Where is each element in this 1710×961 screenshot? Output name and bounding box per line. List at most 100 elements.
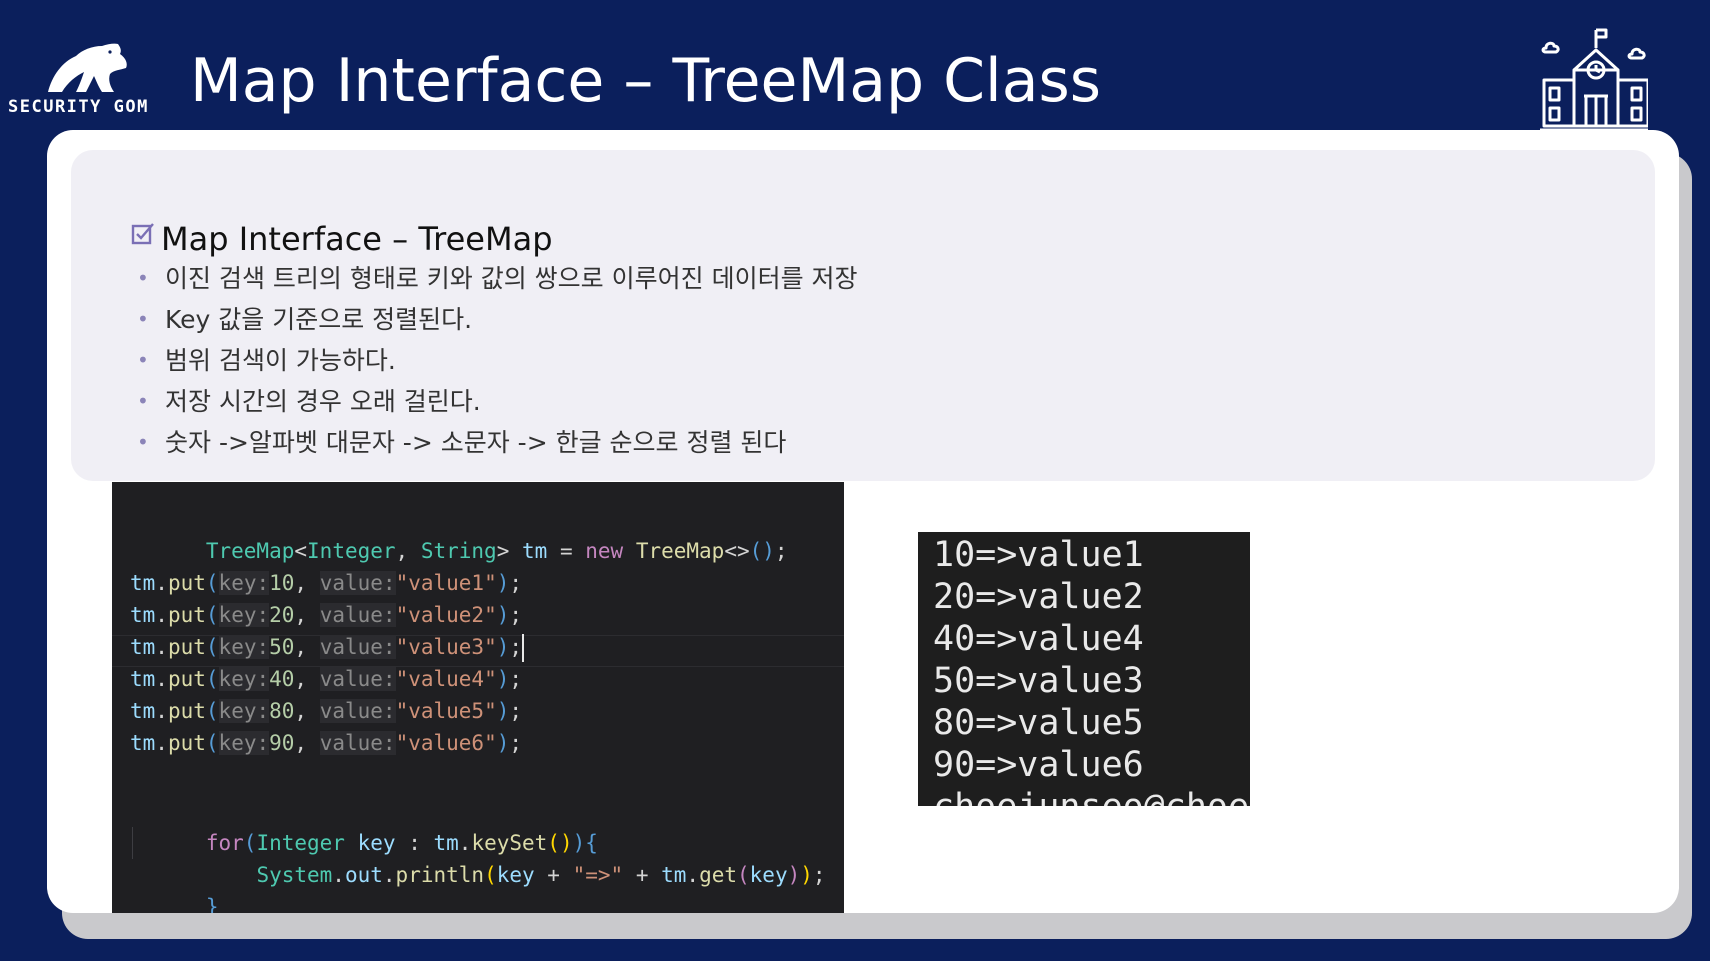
code-token: ) xyxy=(496,667,510,691)
code-token: out xyxy=(344,863,383,887)
code-token: ( xyxy=(205,603,219,627)
code-token: key: xyxy=(218,603,270,627)
code-token: "value2" xyxy=(395,603,497,627)
code-token: key xyxy=(496,863,535,887)
code-token: tm xyxy=(130,571,156,595)
code-token: } xyxy=(205,895,219,913)
code-token: value: xyxy=(319,667,396,691)
info-panel: Map Interface – TreeMap 이진 검색 트리의 형태로 키와… xyxy=(71,150,1655,481)
code-token: 20 xyxy=(269,603,295,627)
page-title: Map Interface – TreeMap Class xyxy=(190,46,1102,116)
code-token: put xyxy=(167,699,206,723)
code-token: = xyxy=(547,539,586,563)
code-token: tm xyxy=(130,635,156,659)
code-token: key: xyxy=(218,731,270,755)
code-token: put xyxy=(167,571,206,595)
content-card: Map Interface – TreeMap 이진 검색 트리의 형태로 키와… xyxy=(47,130,1679,913)
code-token: key: xyxy=(218,699,270,723)
code-line-put: tm.put(key:50, value:"value3"); xyxy=(130,631,525,663)
code-line-put: tm.put(key:10, value:"value1"); xyxy=(130,567,522,599)
code-token: System xyxy=(256,863,333,887)
code-token: ) xyxy=(496,603,510,627)
code-token: () xyxy=(749,539,775,563)
code-token: , xyxy=(395,539,421,563)
code-line-put: tm.put(key:90, value:"value6"); xyxy=(130,727,522,759)
code-token: , xyxy=(294,699,320,723)
code-token: ; xyxy=(509,731,523,755)
code-token: . xyxy=(686,863,700,887)
code-token: "value3" xyxy=(395,635,497,659)
section-heading-text: Map Interface – TreeMap xyxy=(161,220,553,258)
code-token: < xyxy=(294,539,308,563)
code-token: ( xyxy=(205,731,219,755)
code-token: ) xyxy=(496,699,510,723)
code-token: . xyxy=(332,863,345,887)
code-token: , xyxy=(294,667,320,691)
bullet-list: 이진 검색 트리의 형태로 키와 값의 쌍으로 이루어진 데이터를 저장 Key… xyxy=(137,258,858,463)
code-token: , xyxy=(294,635,320,659)
code-token: ; xyxy=(509,635,523,659)
code-token: tm xyxy=(130,667,156,691)
section-heading: Map Interface – TreeMap xyxy=(131,220,553,258)
bear-logo-icon xyxy=(48,43,127,92)
bullet-item: Key 값을 기준으로 정렬된다. xyxy=(137,299,858,340)
code-token: String xyxy=(420,539,497,563)
code-token: new xyxy=(585,539,624,563)
code-token: + xyxy=(534,863,573,887)
code-token: ; xyxy=(812,863,826,887)
text-cursor xyxy=(522,634,525,662)
code-token: . xyxy=(155,699,168,723)
code-token: . xyxy=(155,635,168,659)
output-line: 40=>value4 xyxy=(933,619,1144,659)
code-line-declaration: TreeMap<Integer, String> tm = new TreeMa… xyxy=(130,503,788,563)
code-token: . xyxy=(382,863,396,887)
code-token: get xyxy=(699,863,737,887)
code-token: tm xyxy=(509,539,548,563)
code-token: ) xyxy=(496,571,510,595)
code-token: "value6" xyxy=(395,731,497,755)
logo-text: SECURITY GOM xyxy=(8,97,149,117)
output-line: 10=>value1 xyxy=(933,535,1144,575)
code-token: println xyxy=(395,863,485,887)
bullet-item: 숫자 ->알파벳 대문자 -> 소문자 -> 한글 순으로 정렬 된다 xyxy=(137,422,858,463)
output-terminal: 10=>value1 20=>value2 40=>value4 50=>val… xyxy=(918,532,1250,806)
code-token: ( xyxy=(205,635,219,659)
code-line-close-brace: } xyxy=(130,859,219,913)
security-gom-logo: SECURITY GOM xyxy=(8,40,160,120)
code-token: "value1" xyxy=(395,571,497,595)
code-token: tm xyxy=(130,731,156,755)
code-token: . xyxy=(155,571,168,595)
code-token: ; xyxy=(509,571,523,595)
code-token: , xyxy=(294,603,320,627)
code-token: tm xyxy=(130,699,156,723)
bullet-item: 범위 검색이 가능하다. xyxy=(137,340,858,381)
code-token: ; xyxy=(509,699,523,723)
output-line: 20=>value2 xyxy=(933,577,1144,617)
code-token: + xyxy=(623,863,662,887)
code-token: ( xyxy=(737,863,750,887)
output-prompt-line: choejunseo@choe xyxy=(933,786,1249,806)
code-editor[interactable]: TreeMap<Integer, String> tm = new TreeMa… xyxy=(112,482,844,913)
output-line: 50=>value3 xyxy=(933,661,1144,701)
code-token: ; xyxy=(509,603,523,627)
code-token: ) xyxy=(496,731,510,755)
code-token: ) xyxy=(800,863,813,887)
code-token: key: xyxy=(218,571,270,595)
code-token: > xyxy=(496,539,510,563)
code-line-println: System.out.println(key + "=>" + tm.get(k… xyxy=(130,827,825,887)
code-token: . xyxy=(155,603,168,627)
code-line-for: for(Integer key : tm.keySet()){ xyxy=(130,795,598,855)
code-token: put xyxy=(167,635,206,659)
code-token: , xyxy=(294,731,320,755)
code-token: "value4" xyxy=(395,667,497,691)
code-token: "value5" xyxy=(395,699,497,723)
output-line: 90=>value6 xyxy=(933,745,1144,785)
code-token: value: xyxy=(319,699,396,723)
code-token: 10 xyxy=(269,571,295,595)
code-token: put xyxy=(167,603,206,627)
code-token: , xyxy=(294,571,320,595)
code-token: ; xyxy=(509,667,523,691)
code-token: 50 xyxy=(269,635,295,659)
code-token: tm xyxy=(661,863,687,887)
code-token: 80 xyxy=(269,699,295,723)
